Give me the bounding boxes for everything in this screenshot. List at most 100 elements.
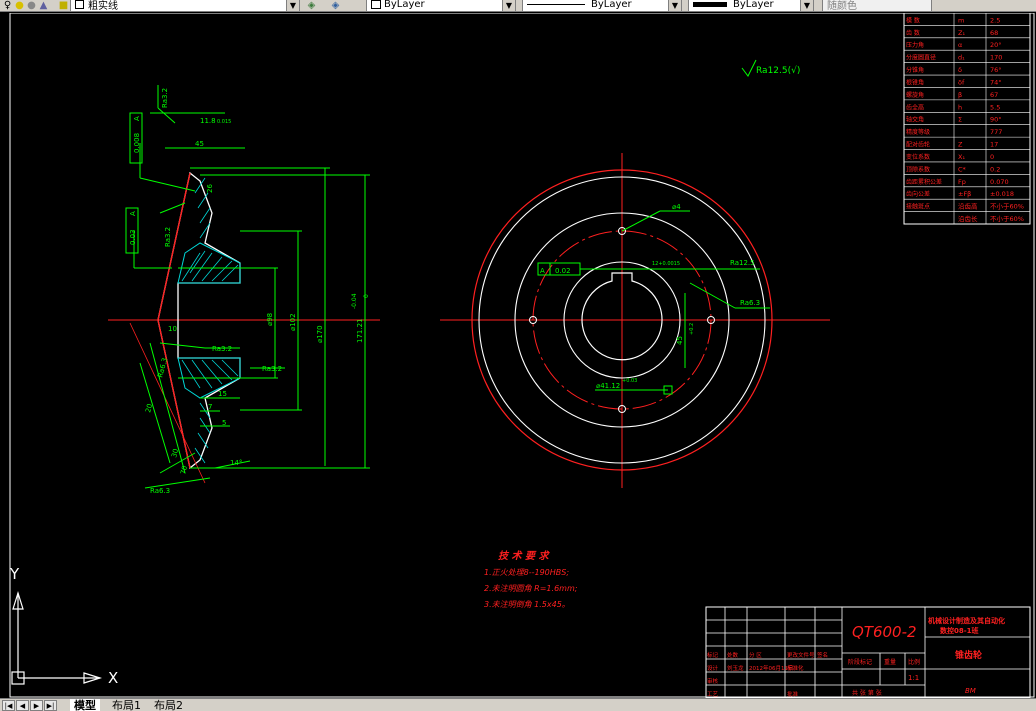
tab-model[interactable]: 模型: [70, 699, 100, 711]
flatness-tol: 0.008: [133, 133, 141, 153]
param-value: 0.2: [990, 165, 1000, 173]
param-symbol: h: [958, 103, 962, 111]
sun-icon[interactable]: ●: [14, 0, 25, 11]
color-value: ByLayer: [384, 0, 425, 10]
weight-label: 重量: [884, 658, 896, 666]
tech-requirements: 技 术 要 求 1.正火处理8--190HBS; 2.未注明圆角 R=1.6mm…: [484, 550, 578, 609]
tab-layout2[interactable]: 布局2: [150, 699, 187, 711]
dimension-texts-front: ⌀4 0.02 A 12+0.0015 Ra12.5 Ra6.3 45 +0.2…: [540, 203, 760, 390]
params-table: 模 数 m 2.5齿 数 Z₁ 68压力角 α 20°分度圆直径 d₁ 170分锥角 δ 76°根锥…: [903, 12, 1031, 225]
layer-state-icon[interactable]: ■: [58, 0, 69, 11]
param-name: 齿全高: [906, 103, 924, 111]
dia-170: ⌀170: [316, 325, 324, 343]
param-value: 2.5: [990, 16, 1000, 24]
param-name: 精度等级: [906, 128, 930, 136]
chevron-down-icon[interactable]: ▼: [502, 0, 515, 11]
dim-angle: 14°: [230, 459, 242, 467]
linetype-dropdown[interactable]: ByLayer ▼: [522, 0, 682, 11]
plotstyle-dropdown: 随颜色: [822, 0, 932, 11]
runout-tol: 0.03: [129, 229, 137, 245]
title-block-cell: 设计: [707, 664, 719, 672]
param-value: 不小于60%: [990, 214, 1024, 223]
chevron-down-icon[interactable]: ▼: [800, 0, 813, 11]
roughness-top: Ra3.2: [161, 88, 169, 108]
param-symbol: d₁: [958, 54, 965, 62]
param-symbol: Fp: [958, 178, 966, 186]
flatness-datum: A: [133, 116, 141, 121]
chevron-down-icon[interactable]: ▼: [668, 0, 681, 11]
param-value: 76°: [990, 66, 1002, 74]
lineweight-dropdown[interactable]: ByLayer ▼: [688, 0, 814, 11]
lineweight-preview: [693, 2, 727, 7]
dim-41-tol: +0.03: [622, 378, 637, 384]
param-symbol: δf: [958, 78, 965, 86]
title-block-cell: 签名: [817, 651, 828, 659]
param-name: 齿向公差: [906, 190, 930, 198]
sheet-label: 共 张 第 张: [852, 689, 882, 697]
title-block-cell: 分 区: [749, 651, 762, 659]
dim-70: 70: [179, 465, 189, 476]
surface-finish-text: Ra12.5(√): [756, 65, 800, 76]
param-value: 0.070: [990, 178, 1009, 186]
param-symbol: 沿齿高: [958, 202, 978, 211]
title-block-cell: 批准: [787, 690, 799, 698]
make-layer-current-icon[interactable]: ◈: [306, 0, 317, 11]
title-block-cell: 更改文件号: [787, 651, 815, 659]
roughness-back: Ra6.3: [150, 487, 170, 495]
lineweight-value: ByLayer: [733, 0, 774, 10]
surface-finish-note: Ra12.5(√): [741, 59, 800, 77]
printer-icon[interactable]: ▲: [38, 0, 49, 11]
ucs-x-label: X: [108, 669, 118, 687]
layer-dropdown[interactable]: 粗实线 ▼: [70, 0, 300, 11]
title-block-cell: 工艺: [707, 691, 719, 698]
drawing-svg: 0.008 A 0.03 A Ra3.2 11.8 0.015 45 ⌀170 …: [9, 12, 1035, 699]
dia-171: 171.21: [356, 319, 364, 344]
dim-41: ⌀41.12: [596, 382, 620, 390]
tech-item-3: 3.未注明倒角 1.5x45。: [484, 600, 570, 609]
first-tab-button[interactable]: |◀: [2, 700, 15, 711]
stage-label: 阶段标记: [848, 658, 872, 666]
dim-5: 5: [222, 419, 226, 427]
linetype-value: ByLayer: [591, 0, 632, 10]
prev-tab-button[interactable]: ◀: [16, 700, 29, 711]
lock-icon[interactable]: ●: [26, 0, 37, 11]
roughness-left: Ra3.2: [164, 227, 172, 247]
dia-98: ⌀98: [266, 313, 274, 326]
chevron-down-icon[interactable]: ▼: [286, 0, 299, 11]
runout-datum: A: [129, 211, 137, 216]
title-block-cell: 处数: [727, 651, 739, 659]
title-block-cell: 标记: [707, 651, 719, 659]
title-block: QT600-2 机械设计制造及其自动化 数控08-1班 锥齿轮 阶段标记 重量 …: [705, 606, 1031, 699]
param-symbol: C*: [958, 165, 967, 173]
param-symbol: m: [958, 16, 964, 24]
keyway-dim: 12+0.0015: [652, 261, 680, 267]
dia-102: ⌀102: [289, 313, 297, 331]
next-tab-button[interactable]: ▶: [30, 700, 43, 711]
param-name: 齿 数: [906, 29, 920, 37]
part-name: 锥齿轮: [955, 649, 982, 661]
last-tab-button[interactable]: ▶|: [44, 700, 57, 711]
roughness-bore: Ra3.2: [212, 345, 232, 353]
linetype-preview: [527, 4, 585, 5]
dimension-lines-left: [133, 85, 370, 489]
color-swatch: [371, 0, 381, 9]
params-rows: 模 数 m 2.5齿 数 Z₁ 68压力角 α 20°分度圆直径 d₁ 170分锥角 δ 76°根锥…: [904, 13, 1030, 225]
param-symbol: Σ: [958, 116, 962, 124]
model-space-canvas[interactable]: 0.008 A 0.03 A Ra3.2 11.8 0.015 45 ⌀170 …: [0, 12, 1036, 699]
param-value: 20°: [990, 41, 1002, 49]
param-symbol: α: [958, 41, 962, 49]
dim-11-8: 11.8: [200, 117, 216, 125]
param-value: 67: [990, 91, 998, 99]
bulb-icon[interactable]: ♀: [2, 0, 13, 11]
tab-layout1[interactable]: 布局1: [108, 699, 145, 711]
title-block-cell: 刘玉龙: [727, 664, 744, 672]
layer-color-swatch: [75, 0, 84, 9]
param-name: 分锥角: [906, 66, 924, 74]
dia-171-tol-upper: -0.04: [351, 293, 358, 309]
tech-title: 技 术 要 求: [498, 550, 550, 562]
layer-previous-icon[interactable]: ◈: [330, 0, 341, 11]
param-value: 90°: [990, 116, 1002, 124]
param-name: 顶隙系数: [906, 165, 930, 173]
color-dropdown[interactable]: ByLayer ▼: [366, 0, 516, 11]
dim-26: 26: [206, 184, 214, 193]
